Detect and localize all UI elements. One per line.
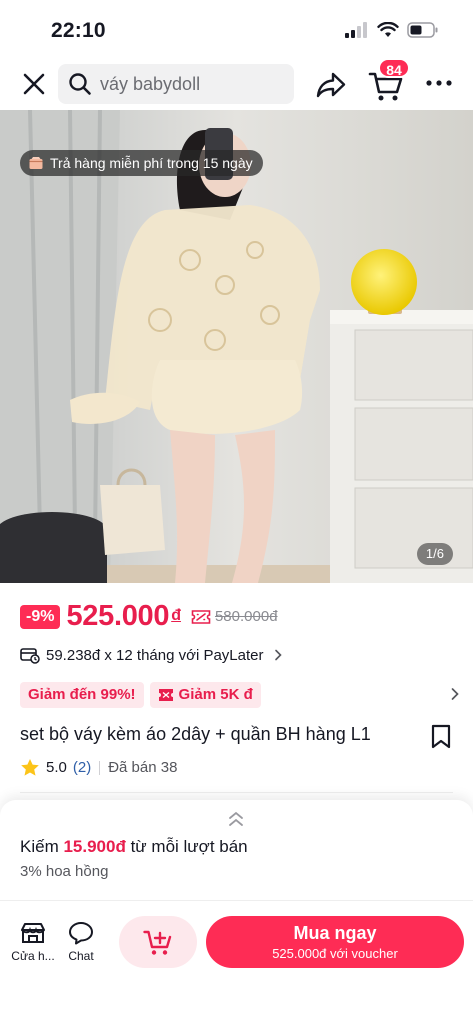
divider — [99, 760, 101, 775]
more-icon[interactable] — [424, 68, 454, 98]
chat-label: Chat — [68, 949, 94, 963]
product-title: set bộ váy kèm áo 2dây + quần BH hàng L1 — [20, 724, 371, 744]
battery-icon — [407, 22, 438, 38]
free-return-text: Trả hàng miễn phí trong 15 ngày — [50, 155, 253, 171]
bottom-action-bar: Cửa h... Chat Mua ngay 525.000đ với vouc… — [0, 900, 473, 1024]
coupon-icon — [158, 689, 173, 701]
price-row: -9% 525.000 đ 580.000đ — [20, 600, 278, 633]
chevron-right-icon — [274, 649, 282, 661]
promo-chip-discount[interactable]: Giảm đến 99%! — [20, 682, 144, 708]
promo-voucher-label: Giảm 5K đ — [178, 686, 253, 703]
price-currency: đ — [171, 607, 181, 624]
free-return-badge: Trả hàng miễn phí trong 15 ngày — [20, 150, 263, 176]
earn-suffix: từ mỗi lượt bán — [125, 837, 248, 856]
commission-panel[interactable]: Kiếm 15.900đ từ mỗi lượt bán 3% hoa hồng — [0, 800, 473, 910]
review-count: (2) — [72, 759, 92, 776]
add-cart-icon — [143, 930, 172, 955]
section-divider — [20, 792, 453, 793]
commission-earn-text: Kiếm 15.900đ từ mỗi lượt bán — [20, 837, 248, 857]
paylater-row[interactable]: 59.238đ x 12 tháng với PayLater — [20, 646, 282, 664]
image-page-indicator: 1/6 — [416, 543, 453, 565]
paylater-text: 59.238đ x 12 tháng với PayLater — [46, 646, 264, 664]
return-box-icon — [29, 157, 43, 169]
status-time: 22:10 — [51, 19, 106, 42]
buy-now-button[interactable]: Mua ngay 525.000đ với voucher — [206, 916, 464, 968]
signal-icon — [345, 22, 367, 38]
shop-icon — [21, 923, 45, 943]
bookmark-icon[interactable] — [430, 724, 452, 750]
commission-rate: 3% hoa hồng — [20, 863, 109, 880]
voucher-ticket-icon — [191, 609, 211, 624]
top-nav-bar: váy babydoll 84 — [0, 58, 473, 108]
earn-prefix: Kiếm — [20, 837, 64, 856]
current-price: 525.000 — [66, 600, 170, 632]
status-bar: 22:10 — [0, 0, 473, 62]
product-photo — [0, 110, 473, 583]
status-icons — [345, 22, 439, 38]
product-image-carousel[interactable]: Trả hàng miễn phí trong 15 ngày 1/6 — [0, 110, 473, 583]
chat-button[interactable]: Chat — [58, 921, 104, 963]
star-icon — [21, 759, 39, 776]
paylater-card-icon — [20, 648, 40, 664]
chat-icon — [69, 922, 93, 945]
cart-count-badge: 84 — [378, 58, 410, 78]
search-query: váy babydoll — [100, 73, 201, 94]
close-icon[interactable] — [20, 70, 48, 98]
add-to-cart-button[interactable] — [119, 916, 197, 968]
buy-now-label: Mua ngay — [293, 923, 377, 943]
promotion-row[interactable]: Giảm đến 99%! Giảm 5K đ — [20, 682, 460, 708]
rating-row[interactable]: 5.0 (2) Đã bán 38 — [20, 758, 177, 777]
buy-now-subtitle: 525.000đ với voucher — [272, 946, 398, 961]
rating-value: 5.0 — [46, 759, 67, 776]
wifi-icon — [377, 22, 399, 37]
search-icon — [69, 73, 91, 95]
discount-badge: -9% — [20, 604, 61, 629]
chevron-right-icon — [451, 688, 459, 700]
earn-amount: 15.900đ — [63, 837, 126, 856]
original-price: 580.000đ — [214, 608, 278, 625]
sold-count: Đã bán 38 — [108, 759, 178, 776]
shop-button[interactable]: Cửa h... — [10, 921, 56, 963]
shop-label: Cửa h... — [11, 949, 55, 963]
chevron-up-icon[interactable] — [228, 810, 244, 828]
search-input[interactable]: váy babydoll — [58, 64, 294, 104]
share-icon[interactable] — [314, 68, 348, 102]
promo-chip-voucher[interactable]: Giảm 5K đ — [149, 682, 261, 708]
